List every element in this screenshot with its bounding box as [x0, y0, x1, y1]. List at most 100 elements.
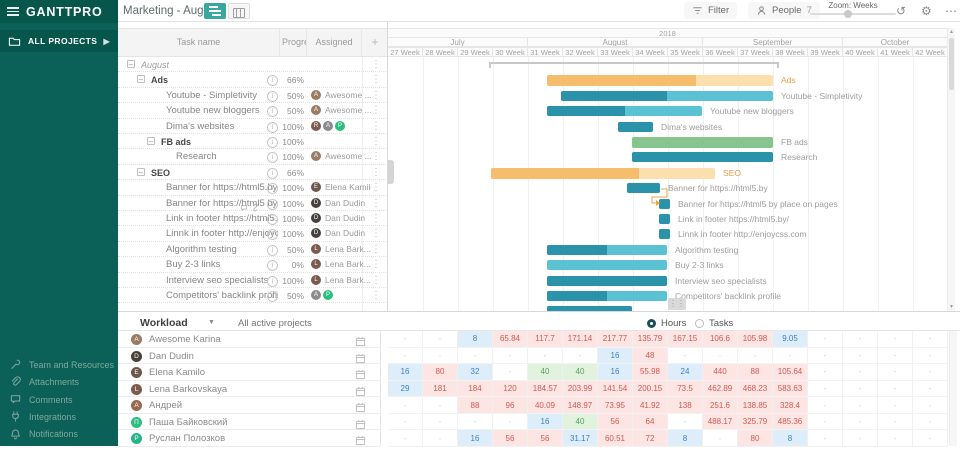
task-row[interactable]: Algorithm testing i 50% L Lena Bark... ⋮: [118, 242, 387, 258]
hamburger-menu-icon[interactable]: [7, 5, 19, 18]
timeline-week[interactable]: 32 Week: [563, 47, 598, 57]
task-row[interactable]: Interview seo specialists i 100% L Lena Bark…: [118, 273, 387, 288]
row-menu-icon[interactable]: ⋮: [371, 228, 381, 239]
info-icon[interactable]: i: [267, 275, 278, 287]
timeline-week[interactable]: 33 Week: [598, 47, 633, 57]
timeline-week[interactable]: 38 Week: [773, 47, 808, 57]
row-menu-icon[interactable]: ⋮: [371, 121, 381, 132]
add-column-button[interactable]: +: [362, 29, 387, 56]
row-menu-icon[interactable]: ⋮: [371, 74, 381, 85]
row-menu-icon[interactable]: ⋮: [371, 105, 381, 116]
history-icon[interactable]: ↺: [896, 3, 906, 19]
task-row[interactable]: Link in footer https://html5.by/i 100% D Da…: [118, 211, 387, 227]
timeline-week[interactable]: 39 Week: [808, 47, 843, 57]
info-icon[interactable]: i: [267, 198, 278, 210]
sidebar-item-attachments[interactable]: Attachments: [0, 373, 118, 390]
info-icon[interactable]: i: [267, 260, 278, 272]
timeline-week[interactable]: 41 Week: [878, 47, 913, 57]
task-row[interactable]: Dima's websites i 100% R A P ⋮: [118, 119, 387, 134]
scroll-up-icon[interactable]: ▲: [948, 29, 955, 35]
calendar-button[interactable]: [355, 433, 366, 451]
calendar-icon[interactable]: [355, 386, 366, 397]
gantt-bar[interactable]: [547, 75, 773, 87]
info-icon[interactable]: i: [267, 152, 278, 164]
timeline-week[interactable]: 34 Week: [633, 47, 668, 57]
chart-scroll-handle[interactable]: ⋮⋮: [668, 298, 686, 310]
task-row[interactable]: Linnk in footer http://enjoycss.comi100%…: [118, 226, 387, 242]
gantt-view-button[interactable]: [204, 3, 226, 19]
timeline-week[interactable]: 36 Week: [703, 47, 738, 57]
info-icon[interactable]: i: [267, 214, 278, 225]
board-view-button[interactable]: [228, 3, 250, 19]
collapse-toggle-icon[interactable]: –: [127, 60, 135, 69]
workload-row[interactable]: А Андрей: [118, 397, 380, 414]
task-row[interactable]: – SEO i 66% ⋮: [118, 165, 387, 181]
task-row[interactable]: Youtube - Simpletivity i 50% A Awesome ... ⋮: [118, 88, 387, 104]
collapse-toggle-icon[interactable]: –: [137, 75, 145, 84]
row-menu-icon[interactable]: ⋮: [371, 259, 381, 270]
collapse-toggle-icon[interactable]: –: [137, 167, 145, 176]
row-menu-icon[interactable]: ⋮: [371, 136, 381, 147]
hours-radio[interactable]: Hours: [642, 318, 686, 329]
row-menu-icon[interactable]: ⋮: [371, 59, 381, 70]
workload-row[interactable]: E Elena Kamilo: [118, 364, 380, 381]
info-icon[interactable]: i: [267, 121, 278, 133]
timeline-week[interactable]: 40 Week: [843, 47, 878, 57]
workload-row[interactable]: A Awesome Karina: [118, 331, 380, 348]
timeline-week[interactable]: 42 Week: [913, 47, 948, 57]
task-row[interactable]: Banner for https://html5 by pl...i 100% DD…: [118, 196, 387, 211]
workload-row[interactable]: L Lena Barkovskaya: [118, 381, 380, 398]
sidebar-item-team-and-resources[interactable]: Team and Resources: [0, 356, 118, 373]
gantt-bar[interactable]: [618, 121, 653, 132]
radio-selected-icon[interactable]: [647, 319, 656, 328]
pane-splitter-handle[interactable]: [388, 160, 394, 184]
row-menu-icon[interactable]: ⋮: [371, 213, 381, 224]
timeline-week[interactable]: 28 Week: [423, 47, 458, 57]
workload-title[interactable]: Workload: [140, 317, 188, 329]
tasks-radio[interactable]: Tasks: [690, 318, 733, 329]
task-row[interactable]: Research i 100% A Awesome ... ⋮: [118, 149, 387, 165]
row-menu-icon[interactable]: ⋮: [371, 198, 381, 209]
gantt-bar[interactable]: [627, 183, 660, 194]
task-row[interactable]: – Ads i 66% ⋮: [118, 72, 387, 88]
gantt-bar[interactable]: [659, 229, 670, 240]
sidebar-item-all-projects[interactable]: ALL PROJECTS ▶: [0, 30, 118, 52]
row-menu-icon[interactable]: ⋮: [371, 275, 381, 286]
gantt-bar[interactable]: [547, 291, 667, 301]
info-icon[interactable]: i: [267, 90, 278, 102]
zoom-slider-handle[interactable]: [844, 10, 852, 18]
calendar-icon[interactable]: [355, 402, 366, 413]
chart-vertical-scrollbar[interactable]: ▲ ▼: [947, 28, 955, 311]
timeline-week[interactable]: 30 Week: [493, 47, 528, 57]
workload-scrollbar[interactable]: [949, 331, 957, 446]
column-header-progress[interactable]: Progress: [280, 29, 307, 56]
task-row[interactable]: – August ⋮: [118, 57, 387, 73]
task-row[interactable]: Buy 2-3 links i 0% L Lena Bark... ⋮: [118, 257, 387, 273]
column-header-assigned[interactable]: Assigned: [307, 29, 362, 56]
column-header-task-name[interactable]: Task name: [118, 29, 280, 56]
sidebar-item-comments[interactable]: Comments: [0, 391, 118, 408]
gantt-bar[interactable]: [547, 106, 702, 117]
gantt-bar[interactable]: [632, 137, 773, 148]
sidebar-item-notifications[interactable]: Notifications: [0, 426, 118, 443]
radio-unselected-icon[interactable]: [695, 319, 704, 328]
workload-row[interactable]: П Паша Байковский: [118, 414, 380, 431]
timeline-week[interactable]: 31 Week: [528, 47, 563, 57]
task-row[interactable]: Youtube new bloggers i 50% A Awesome ... ⋮: [118, 103, 387, 119]
filter-button[interactable]: Filter: [684, 2, 738, 19]
info-icon[interactable]: i: [267, 291, 278, 302]
scrollbar-thumb[interactable]: [949, 38, 954, 90]
gantt-bar[interactable]: [547, 275, 667, 286]
gantt-bar[interactable]: [632, 152, 773, 163]
calendar-icon[interactable]: [355, 353, 366, 364]
chevron-down-icon[interactable]: ▼: [208, 319, 215, 326]
calendar-icon[interactable]: [355, 369, 366, 380]
gantt-bar[interactable]: [491, 167, 715, 179]
timeline-week[interactable]: 37 Week: [738, 47, 773, 57]
row-menu-icon[interactable]: ⋮: [371, 244, 381, 255]
info-icon[interactable]: i: [267, 106, 278, 118]
settings-gear-icon[interactable]: ⚙: [921, 3, 932, 19]
gantt-bar[interactable]: [659, 214, 670, 224]
collapse-toggle-icon[interactable]: –: [147, 137, 155, 146]
workload-row[interactable]: D Dan Dudin: [118, 348, 380, 365]
